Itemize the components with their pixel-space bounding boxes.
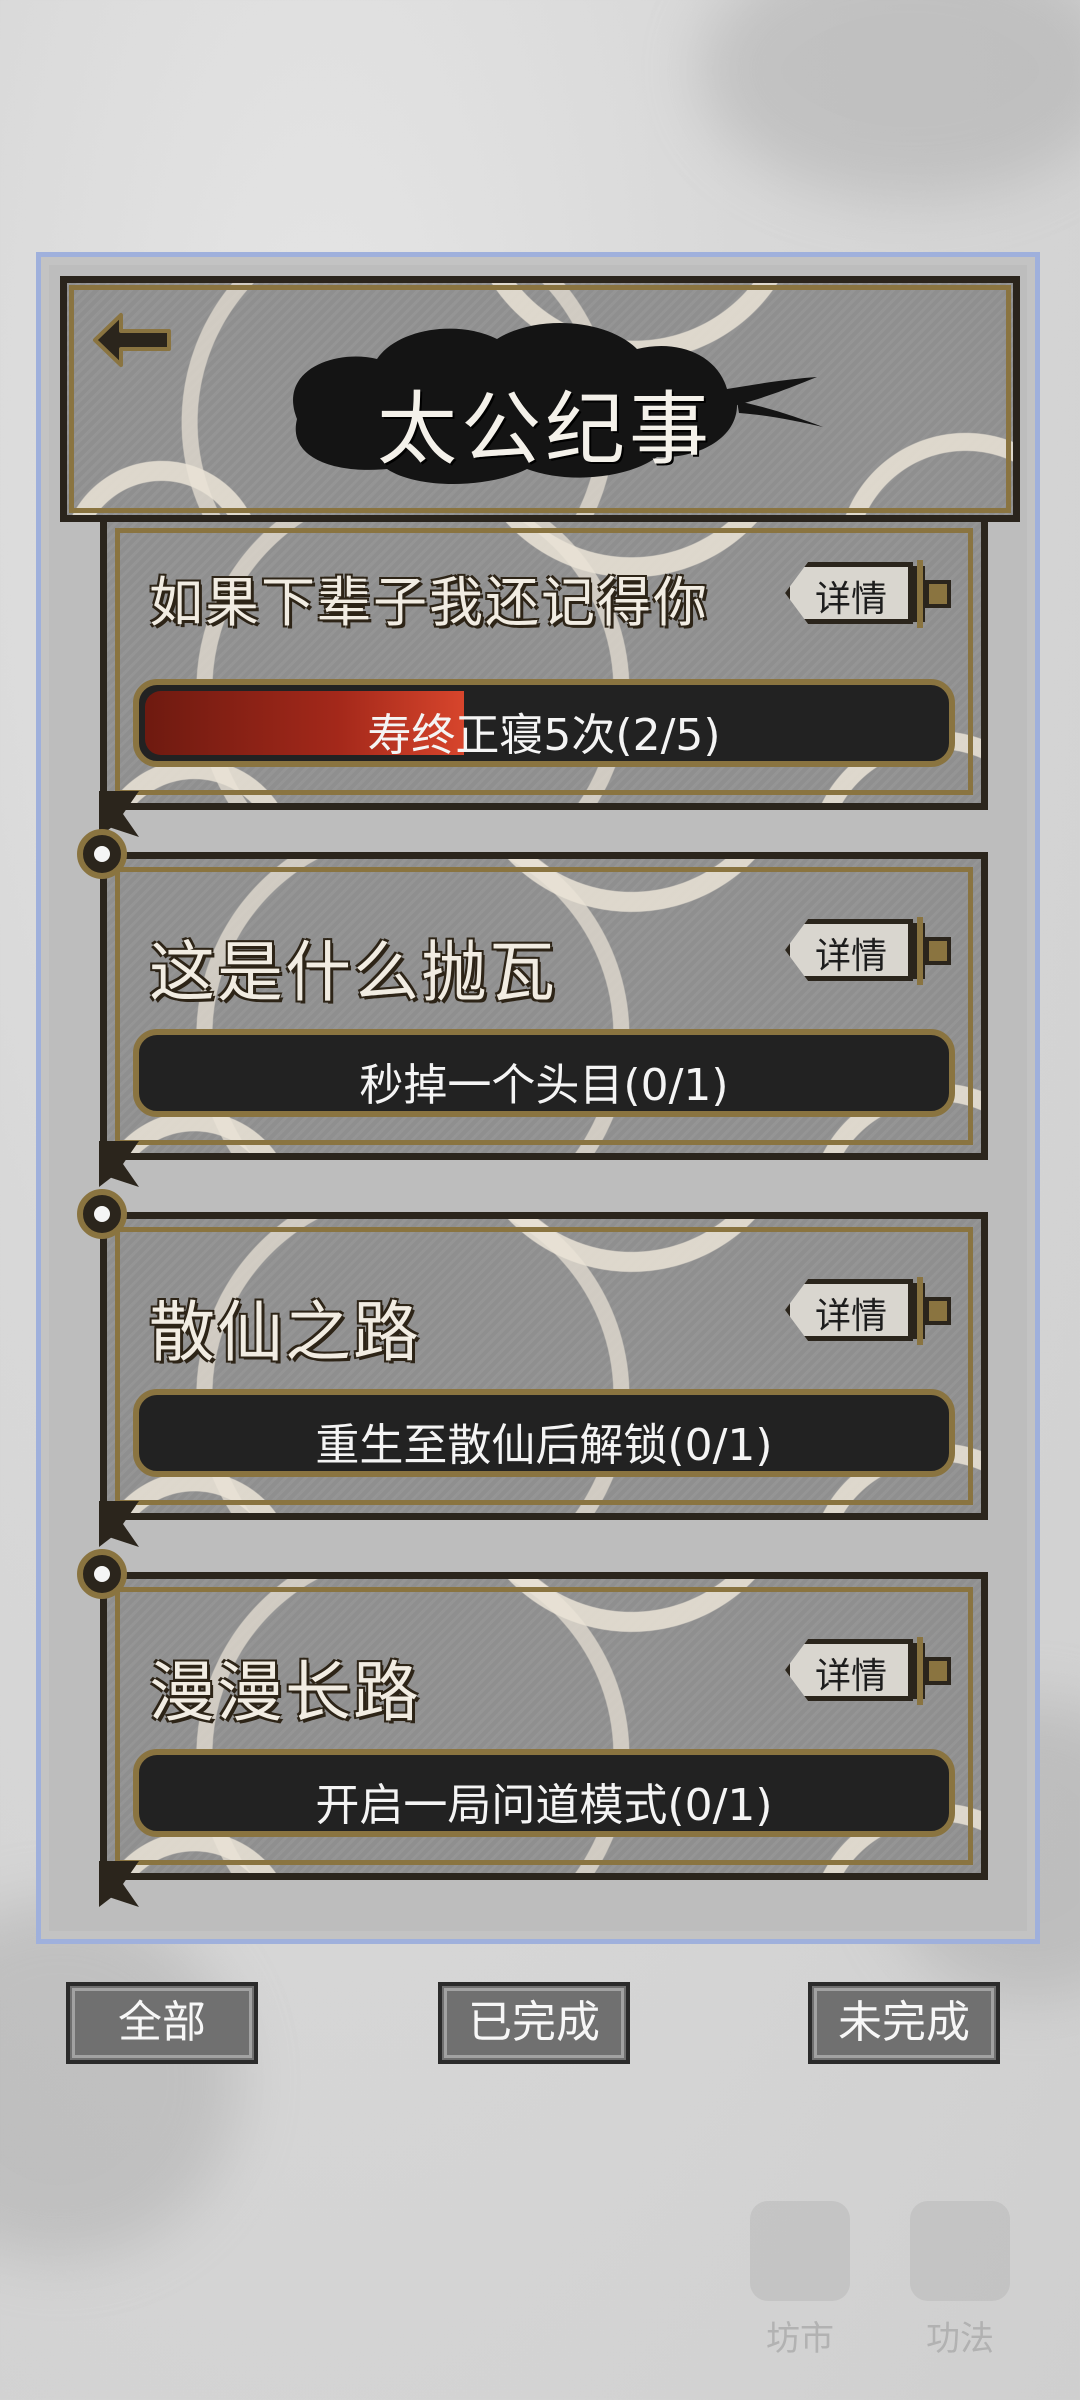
detail-button[interactable]: 详情 [785, 556, 955, 632]
progress-text: 寿终正寝5次(2/5) [367, 710, 721, 761]
detail-button-label: 详情 [815, 1296, 888, 1337]
sword-hilt-icon [911, 1637, 951, 1705]
achievement-card: 如果下辈子我还记得你 详情 寿终正寝5次(2/5) [99, 520, 988, 837]
detail-button-label: 详情 [815, 936, 888, 977]
achievement-card: 这是什么抛瓦 详情 秒掉一个头目(0/1) [77, 829, 988, 1187]
back-button[interactable] [87, 305, 177, 375]
achievement-progress-bar: 秒掉一个头目(0/1) [133, 1029, 955, 1117]
achievement-title: 散仙之路 [149, 1294, 421, 1371]
sword-hilt-icon [911, 1277, 951, 1345]
page-title: 太公纪事 [377, 383, 713, 476]
background-nav-skills-label: 功法 [926, 2319, 994, 2359]
achievement-title: 如果下辈子我还记得你 [149, 571, 709, 634]
pin-icon [77, 829, 127, 879]
filter-completed-button[interactable]: 已完成 [438, 1982, 630, 2064]
achievement-progress-bar: 开启一局问道模式(0/1) [133, 1749, 955, 1837]
progress-text: 重生至散仙后解锁(0/1) [315, 1420, 773, 1471]
book-icon [910, 2201, 1010, 2301]
background-nav-market-label: 坊市 [766, 2319, 834, 2359]
progress-text: 秒掉一个头目(0/1) [359, 1060, 729, 1111]
background-nav-market: 坊市 [740, 2201, 860, 2360]
pin-icon [77, 1189, 127, 1239]
detail-button[interactable]: 详情 [785, 1273, 955, 1349]
achievement-title: 这是什么抛瓦 [149, 934, 557, 1011]
sword-hilt-icon [911, 560, 951, 628]
market-icon [750, 2201, 850, 2301]
background-nav-skills: 功法 [900, 2201, 1020, 2360]
achievement-title: 漫漫长路 [149, 1654, 421, 1731]
progress-text: 开启一局问道模式(0/1) [315, 1780, 773, 1831]
sword-hilt-icon [911, 917, 951, 985]
achievement-progress-bar: 寿终正寝5次(2/5) [133, 679, 955, 767]
ink-blotch [700, 0, 1080, 200]
chronicle-header: 太公纪事 [60, 276, 1020, 522]
background-bottom-nav: 坊市 功法 [0, 2160, 1080, 2400]
filter-incomplete-button[interactable]: 未完成 [808, 1982, 1000, 2064]
detail-button-label: 详情 [815, 579, 888, 620]
achievement-progress-bar: 重生至散仙后解锁(0/1) [133, 1389, 955, 1477]
filter-all-button[interactable]: 全部 [66, 1982, 258, 2064]
pin-icon [77, 1549, 127, 1599]
achievement-card: 漫漫长路 详情 开启一局问道模式(0/1) [77, 1549, 988, 1907]
back-arrow-icon [93, 313, 171, 367]
achievement-card: 散仙之路 详情 重生至散仙后解锁(0/1) [77, 1189, 988, 1547]
detail-button-label: 详情 [815, 1656, 888, 1697]
detail-button[interactable]: 详情 [785, 1633, 955, 1709]
detail-button[interactable]: 详情 [785, 913, 955, 989]
